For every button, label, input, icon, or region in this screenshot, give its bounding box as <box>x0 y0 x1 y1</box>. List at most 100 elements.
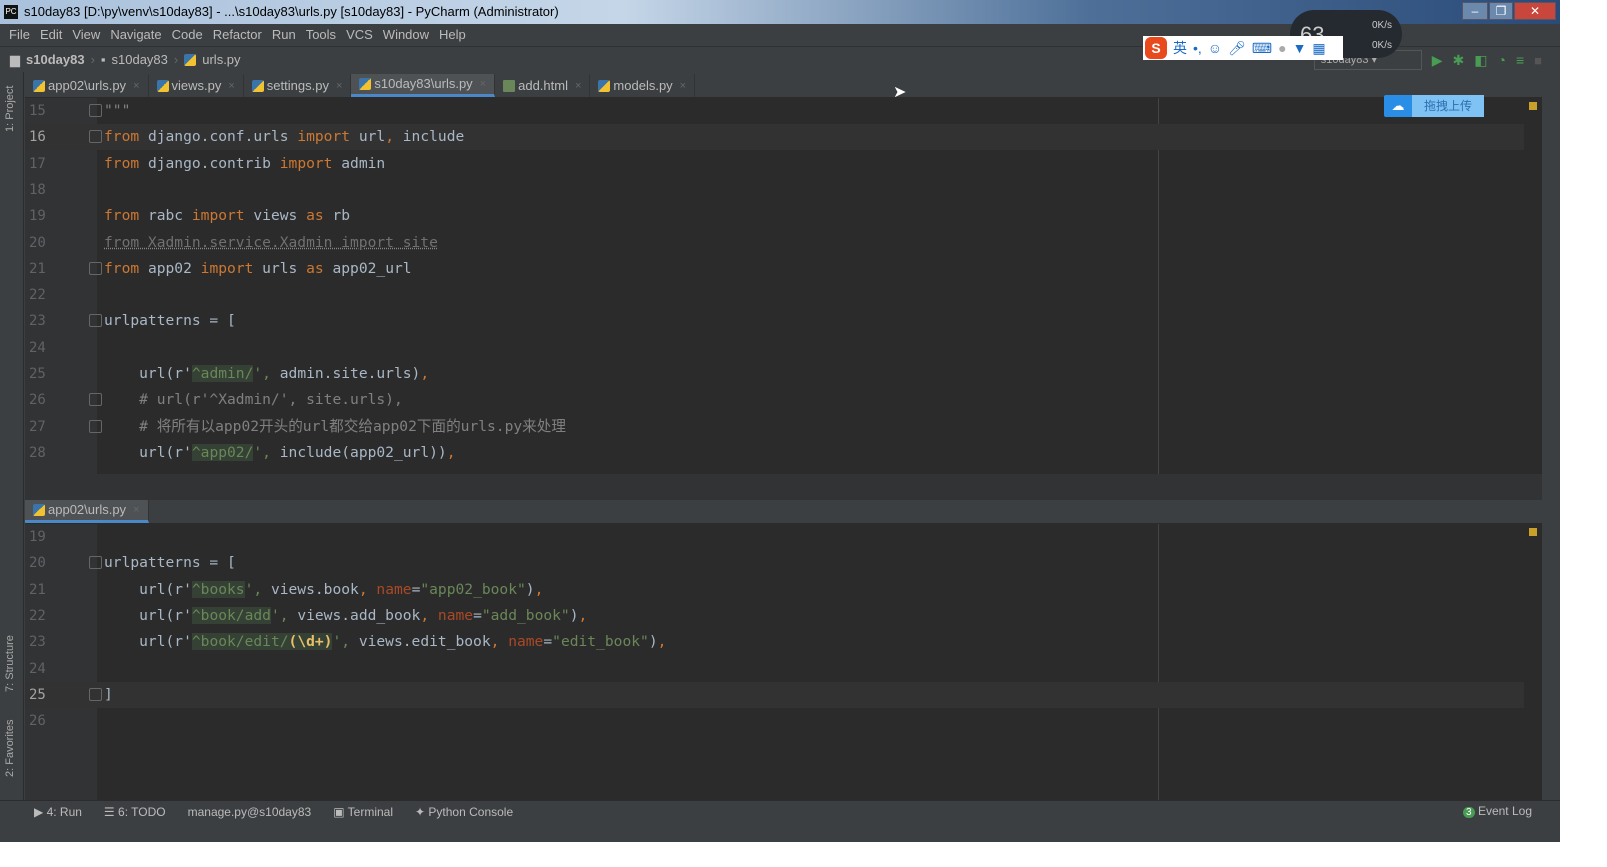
code-line[interactable]: 21 from app02 import urls as app02_url <box>25 256 1542 282</box>
event-log-button[interactable]: 3 Event Log <box>1463 800 1532 824</box>
close-tab-icon[interactable]: × <box>575 74 581 98</box>
close-button[interactable]: ✕ <box>1514 2 1556 20</box>
menu-view[interactable]: View <box>67 24 105 46</box>
breadcrumb-file[interactable]: urls.py <box>202 47 240 72</box>
code-line[interactable]: 28 url(r'^app02/', include(app02_url)), <box>25 440 1542 466</box>
maximize-button[interactable]: ❐ <box>1489 2 1513 20</box>
user-icon[interactable]: ● <box>1278 40 1286 56</box>
fold-marker-icon[interactable] <box>89 419 102 433</box>
code-line[interactable]: 23 url(r'^book/edit/(\d+)', views.edit_b… <box>25 629 1542 655</box>
code-line[interactable]: 22 <box>25 282 1542 308</box>
code-line[interactable]: 25] <box>25 681 1542 708</box>
keyboard-icon[interactable]: ⌨ <box>1252 40 1272 57</box>
menu-help[interactable]: Help <box>434 24 471 46</box>
menu-tools[interactable]: Tools <box>301 24 341 46</box>
menu-window[interactable]: Window <box>378 24 434 46</box>
split-divider[interactable] <box>25 474 1542 500</box>
code-line[interactable]: 20 from Xadmin.service.Xadmin import site <box>25 230 1542 256</box>
toolwindow-manage-py-s10day83[interactable]: manage.py@s10day83 <box>188 801 312 822</box>
code-line[interactable]: 15 """ <box>25 98 1542 124</box>
close-tab-icon[interactable]: × <box>133 74 139 98</box>
tab-settings-py[interactable]: settings.py × <box>244 74 352 97</box>
code-line[interactable]: 26 # url(r'^Xadmin/', site.urls), <box>25 387 1542 413</box>
breadcrumb-folder[interactable]: s10day83 <box>112 47 168 72</box>
debug-icon[interactable]: ✱ <box>1453 52 1465 69</box>
code-token: views.edit_book <box>358 633 491 651</box>
close-tab-icon[interactable]: × <box>228 74 234 98</box>
code-token: ) <box>648 633 658 651</box>
fold-marker-icon[interactable] <box>89 393 102 407</box>
menu-navigate[interactable]: Navigate <box>105 24 166 46</box>
close-tab-icon[interactable]: × <box>480 72 486 96</box>
warning-marker[interactable] <box>1529 102 1537 110</box>
toolwindow-4-run[interactable]: ▶ 4: Run <box>34 801 82 822</box>
toolwindow-python-console[interactable]: ✦ Python Console <box>415 801 513 822</box>
line-number: 21 <box>29 260 46 277</box>
tab-bottom-app02-urls[interactable]: app02\urls.py × <box>25 500 149 523</box>
fold-marker-icon[interactable] <box>89 556 102 570</box>
drag-upload-button[interactable]: ☁ 拖拽上传 <box>1384 95 1484 117</box>
project-tool-button[interactable]: 1: Project <box>4 86 16 132</box>
fold-marker-icon[interactable] <box>89 104 102 117</box>
code-line[interactable]: 27 # 将所有以app02开头的url都交给app02下面的urls.py来处… <box>25 414 1542 440</box>
breadcrumb-project[interactable]: s10day83 <box>26 47 85 72</box>
code-token: include(app02_url)) <box>279 443 447 461</box>
scrollbar[interactable] <box>1524 524 1542 800</box>
code-line[interactable]: 26 <box>25 708 1542 734</box>
code-line[interactable]: 21 url(r'^books', views.book, name="app0… <box>25 577 1542 603</box>
favorites-tool-button[interactable]: 2: Favorites <box>4 720 16 777</box>
tab-s10day83-urls-py[interactable]: s10day83\urls.py × <box>351 72 496 97</box>
tab-app02-urls-py[interactable]: app02\urls.py × <box>25 74 149 97</box>
emoji-icon[interactable]: ☺ <box>1208 40 1222 56</box>
tab-views-py[interactable]: views.py × <box>149 74 244 97</box>
microphone-icon[interactable]: 🎤︎ <box>1228 40 1246 57</box>
code-line[interactable]: 19 from rabc import views as rb <box>25 203 1542 229</box>
close-tab-icon[interactable]: × <box>680 74 686 98</box>
ime-language[interactable]: 英 <box>1173 38 1187 58</box>
toolbox-icon[interactable]: ▦ <box>1312 40 1325 57</box>
code-line[interactable]: 19 <box>25 524 1542 550</box>
tab-models-py[interactable]: models.py × <box>590 74 696 98</box>
code-line[interactable]: 23 urlpatterns = [ <box>25 308 1542 334</box>
menu-code[interactable]: Code <box>167 24 208 46</box>
menu-refactor[interactable]: Refactor <box>208 24 267 46</box>
toolwindow-terminal[interactable]: ▣ Terminal <box>333 801 393 822</box>
scrollbar[interactable] <box>1524 98 1542 474</box>
menu-file[interactable]: File <box>4 24 35 46</box>
code-line[interactable]: 24 <box>25 656 1542 682</box>
code-line[interactable]: 17 from django.contrib import admin <box>25 151 1542 177</box>
skin-icon[interactable]: ▼ <box>1293 40 1307 56</box>
code-editor-bottom[interactable]: 19 20 urlpatterns = [21 url(r'^books', vie… <box>25 524 1542 800</box>
close-tab-icon[interactable]: × <box>133 498 139 522</box>
coverage-icon[interactable]: ◧ <box>1474 52 1487 69</box>
sogou-logo-icon[interactable]: S <box>1145 37 1167 59</box>
code-line[interactable]: 25 url(r'^admin/', admin.site.urls), <box>25 361 1542 387</box>
structure-tool-button[interactable]: 7: Structure <box>4 635 16 692</box>
fold-marker-icon[interactable] <box>89 314 102 328</box>
code-line[interactable]: 22 url(r'^book/add', views.add_book, nam… <box>25 603 1542 629</box>
minimize-button[interactable]: – <box>1462 2 1488 20</box>
stop-icon[interactable]: ■ <box>1534 53 1542 68</box>
fold-marker-icon[interactable] <box>89 261 102 275</box>
code-line[interactable]: 18 <box>25 177 1542 203</box>
profile-icon[interactable]: ◔ <box>1498 52 1506 68</box>
code-line[interactable]: 24 <box>25 335 1542 361</box>
code-editor-top[interactable]: 15 """ 16 from django.conf.urls import url,… <box>25 98 1542 474</box>
toolwindow-6-todo[interactable]: ☰ 6: TODO <box>104 801 166 822</box>
tab-add-html[interactable]: add.html × <box>495 74 591 98</box>
tab-label: s10day83\urls.py <box>374 76 473 91</box>
close-tab-icon[interactable]: × <box>336 74 342 98</box>
menu-edit[interactable]: Edit <box>35 24 67 46</box>
fold-marker-icon[interactable] <box>89 130 102 144</box>
fold-marker-icon[interactable] <box>89 687 102 701</box>
toolwindow-icon: ☰ <box>103 805 119 819</box>
menu-run[interactable]: Run <box>267 24 301 46</box>
code-line[interactable]: 16 from django.conf.urls import url, incl… <box>25 124 1542 151</box>
concurrency-icon[interactable]: ≡ <box>1516 52 1524 68</box>
punctuation-icon[interactable]: •, <box>1193 40 1202 56</box>
run-icon[interactable]: ▶ <box>1432 52 1443 69</box>
menu-vcs[interactable]: VCS <box>341 24 378 46</box>
code-line[interactable]: 20 urlpatterns = [ <box>25 550 1542 576</box>
warning-marker[interactable] <box>1529 528 1537 536</box>
code-token: , <box>385 128 394 146</box>
